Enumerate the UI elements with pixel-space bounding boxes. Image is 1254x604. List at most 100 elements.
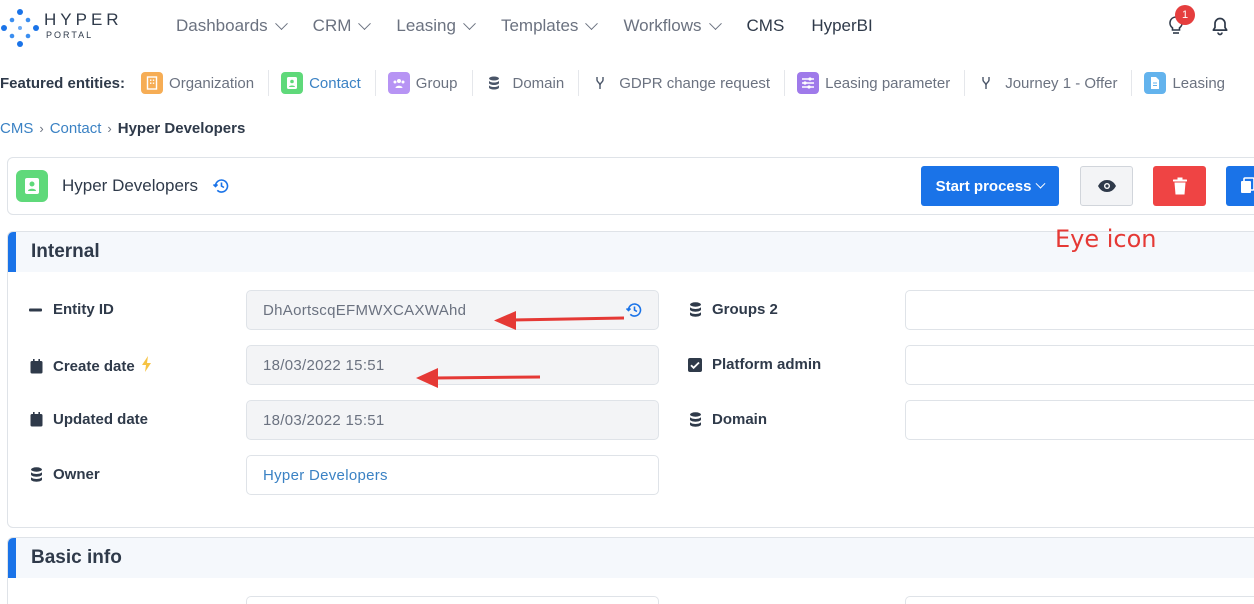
branch-icon: [977, 72, 995, 94]
updated-date-field[interactable]: 18/03/2022 15:51: [246, 400, 659, 440]
nav-crm[interactable]: CRM: [312, 16, 372, 36]
database-icon: [688, 412, 702, 427]
branch-icon: [591, 72, 609, 94]
owner-field[interactable]: Hyper Developers: [246, 455, 659, 495]
hyper-portal-logo[interactable]: HYPER PORTAL: [0, 4, 130, 48]
basic-info-field[interactable]: [905, 596, 1254, 604]
featured-journey-offer[interactable]: Journey 1 - Offer: [977, 70, 1133, 96]
breadcrumb: CMS › Contact › Hyper Developers: [0, 120, 245, 137]
sliders-icon: [797, 72, 820, 94]
annotation-arrow: [494, 311, 625, 330]
featured-group[interactable]: Group: [387, 70, 473, 96]
trash-icon: [1172, 177, 1187, 195]
featured-item-label: Contact: [309, 74, 361, 92]
updated-date-value: 18/03/2022 15:51: [263, 411, 385, 429]
featured-domain[interactable]: Domain: [485, 70, 580, 96]
contact-card-icon: [281, 72, 304, 94]
breadcrumb-separator: ›: [39, 121, 44, 136]
start-process-button[interactable]: Start process: [921, 166, 1059, 206]
breadcrumb-contact[interactable]: Contact: [50, 120, 102, 137]
featured-leasing[interactable]: Leasing: [1144, 70, 1239, 96]
main-nav: Dashboards CRM Leasing Templates Workflo…: [176, 0, 900, 52]
field-label-text: Updated date: [53, 411, 149, 428]
create-date-value: 18/03/2022 15:51: [263, 356, 385, 374]
section-basic-info: Basic info: [7, 537, 1254, 604]
nav-label: Templates: [500, 16, 579, 35]
featured-item-label: GDPR change request: [619, 74, 771, 92]
annotation-arrow: [416, 368, 541, 388]
nav-label: Dashboards: [176, 16, 268, 35]
database-icon: [29, 467, 43, 482]
nav-label: CRM: [312, 16, 352, 35]
entity-header-card: Hyper Developers Start process: [7, 157, 1254, 215]
chevron-down-icon: [274, 16, 288, 30]
eye-icon: [1097, 180, 1116, 192]
nav-templates[interactable]: Templates: [500, 16, 599, 36]
nav-hyperbi[interactable]: HyperBI: [811, 16, 872, 36]
featured-entities-label: Featured entities:: [0, 74, 126, 92]
notification-count-badge: 1: [1175, 5, 1195, 25]
owner-link[interactable]: Hyper Developers: [263, 467, 388, 484]
delete-button[interactable]: [1153, 166, 1206, 206]
platform-admin-field[interactable]: [905, 345, 1254, 385]
contact-card-icon: [16, 170, 48, 202]
featured-gdpr-change-request[interactable]: GDPR change request: [591, 70, 786, 96]
field-label-text: Groups 2: [712, 301, 778, 318]
owner-label: Owner: [29, 466, 100, 483]
nav-dashboards[interactable]: Dashboards: [176, 16, 288, 36]
logo-dots-icon: [1, 9, 39, 47]
lightning-icon: [141, 356, 152, 376]
copy-button[interactable]: [1226, 166, 1254, 206]
nav-label: Leasing: [396, 16, 456, 35]
field-label-text: Platform admin: [712, 356, 822, 373]
featured-leasing-parameter[interactable]: Leasing parameter: [797, 70, 966, 96]
field-label-text: Create date: [53, 357, 135, 375]
field-label-text: Domain: [712, 411, 768, 428]
breadcrumb-cms[interactable]: CMS: [0, 120, 33, 137]
calendar-icon: [29, 412, 43, 427]
preview-button[interactable]: [1080, 166, 1133, 206]
groups-label: Groups 2: [688, 301, 778, 318]
domain-label: Domain: [688, 411, 767, 428]
featured-item-label: Journey 1 - Offer: [1005, 74, 1118, 92]
nav-label: CMS: [746, 16, 785, 35]
logo-text-hyper: HYPER: [44, 10, 123, 29]
history-icon[interactable]: [212, 177, 230, 200]
entity-id-label: Entity ID: [29, 301, 114, 318]
nav-workflows[interactable]: Workflows: [623, 16, 722, 36]
nav-label: HyperBI: [811, 16, 873, 35]
featured-item-label: Organization: [169, 74, 255, 92]
domain-field[interactable]: [905, 400, 1254, 440]
chevron-down-icon: [708, 16, 722, 30]
featured-item-label: Leasing: [1172, 74, 1226, 92]
notifications-button[interactable]: [1210, 16, 1230, 41]
database-icon: [485, 72, 503, 94]
database-icon: [688, 302, 702, 317]
featured-contact[interactable]: Contact: [281, 70, 376, 96]
updated-date-label: Updated date: [29, 411, 148, 428]
chevron-down-icon: [1035, 178, 1046, 189]
field-label-text: Owner: [53, 466, 100, 483]
basic-info-field[interactable]: [246, 596, 659, 604]
top-navbar: HYPER PORTAL Dashboards CRM Leasing Temp…: [0, 0, 1254, 56]
groups-field[interactable]: [905, 290, 1254, 330]
minus-icon: [29, 308, 43, 312]
featured-item-label: Group: [415, 74, 458, 92]
copy-icon: [1241, 177, 1254, 193]
featured-organization[interactable]: Organization: [141, 70, 270, 96]
entity-id-value: DhAortscqEFMWXCAXWAhd: [263, 301, 467, 319]
document-icon: [1144, 72, 1167, 94]
nav-label: Workflows: [623, 16, 702, 35]
calendar-icon: [29, 358, 43, 374]
annotation-eye-icon-text: Eye icon: [1055, 225, 1157, 253]
featured-entities-bar: Featured entities: Organization Contact …: [0, 66, 1251, 100]
checkbox-checked-icon: [688, 357, 702, 372]
nav-cms[interactable]: CMS: [747, 16, 785, 36]
nav-leasing[interactable]: Leasing: [396, 16, 476, 36]
field-label-text: Entity ID: [53, 301, 114, 318]
section-title: Basic info: [8, 538, 1254, 578]
create-date-label: Create date: [29, 356, 152, 376]
breadcrumb-separator: ›: [107, 121, 112, 136]
users-icon: [387, 72, 410, 94]
start-process-label: Start process: [935, 177, 1032, 195]
